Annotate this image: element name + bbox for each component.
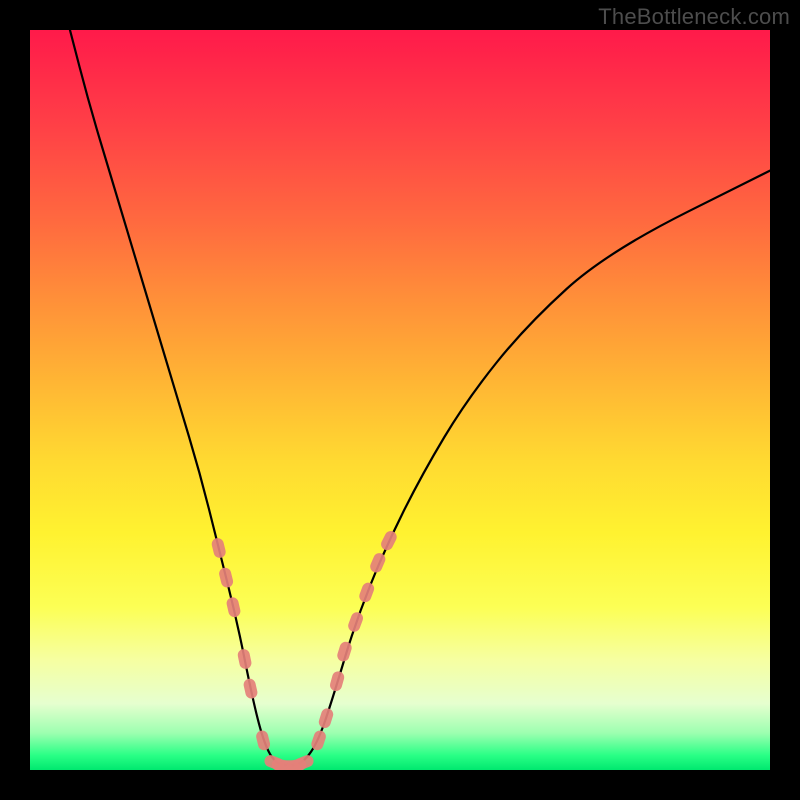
highlight-marker xyxy=(368,551,387,574)
highlight-marker xyxy=(379,529,399,552)
highlight-bottom-dots xyxy=(263,753,316,770)
highlight-marker xyxy=(329,670,346,692)
highlight-marker xyxy=(242,678,258,700)
highlight-marker xyxy=(358,581,376,604)
chart-svg xyxy=(30,30,770,770)
highlight-marker xyxy=(218,566,234,588)
highlight-right-dots xyxy=(310,529,399,752)
highlight-marker xyxy=(255,729,271,751)
chart-frame: TheBottleneck.com xyxy=(0,0,800,800)
plot-area xyxy=(30,30,770,770)
highlight-marker xyxy=(210,537,226,559)
highlight-marker xyxy=(225,596,241,618)
highlight-marker xyxy=(336,640,353,663)
highlight-marker xyxy=(317,707,334,730)
highlight-marker xyxy=(346,611,364,634)
bottleneck-curve xyxy=(70,30,770,765)
watermark-text: TheBottleneck.com xyxy=(598,4,790,30)
highlight-marker xyxy=(237,648,253,670)
highlight-marker xyxy=(292,753,315,770)
